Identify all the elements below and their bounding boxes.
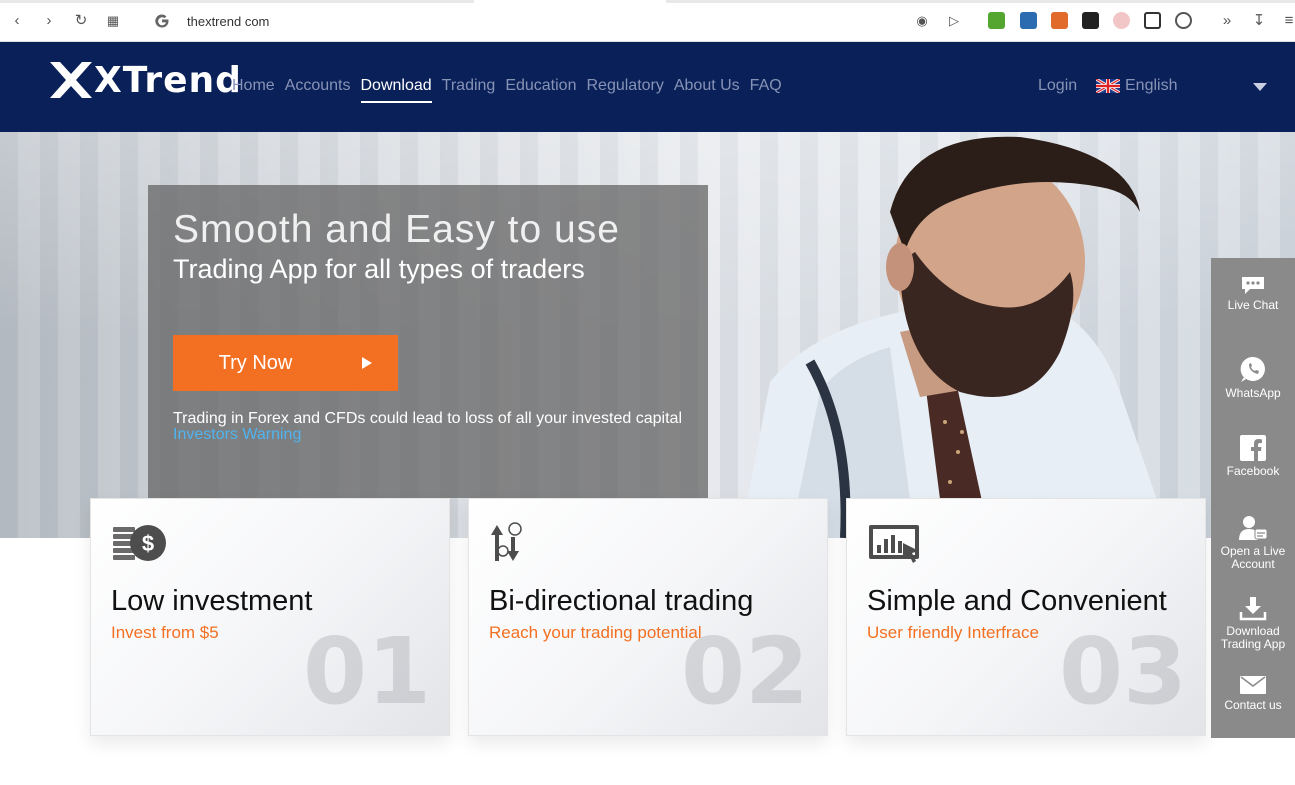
tab-strip — [0, 0, 1295, 3]
coin-stack-icon: $ — [113, 525, 166, 561]
downloads-icon[interactable]: ↧ — [1250, 12, 1268, 30]
facebook-icon — [1240, 435, 1266, 461]
menu-icon[interactable]: ≡ — [1280, 12, 1295, 30]
card-title: Bi-directional trading — [489, 585, 754, 617]
try-now-button[interactable]: Try Now — [173, 335, 398, 391]
extension-square-icon[interactable] — [1144, 12, 1161, 29]
chat-icon — [1242, 277, 1264, 294]
language-label: English — [1125, 77, 1178, 94]
camera-icon[interactable]: ◉ — [913, 12, 931, 30]
address-bar[interactable]: thextrend com — [187, 14, 269, 29]
extension-clock-icon[interactable] — [1175, 12, 1192, 29]
feature-card-simple: Simple and Convenient User friendly Inte… — [846, 498, 1206, 736]
language-selector[interactable]: English — [1096, 77, 1177, 95]
side-item-label: Contact us — [1224, 698, 1282, 712]
touch-chart-icon — [869, 525, 919, 563]
browser-toolbar: ‹ › ↻ ▦ thextrend com ◉ ▷ » ↧ ≡ — [0, 0, 1295, 42]
side-item-label: Open a Live Account — [1220, 544, 1286, 571]
extension-lock-icon[interactable] — [1020, 12, 1037, 29]
hero-man-image — [740, 136, 1170, 538]
main-nav: Home Accounts Download Trading Education… — [232, 77, 782, 103]
download-trading-app-button[interactable]: Download Trading App — [1211, 595, 1295, 651]
send-icon[interactable]: ▷ — [945, 12, 963, 30]
nav-trading[interactable]: Trading — [442, 77, 496, 103]
try-now-label: Try Now — [218, 351, 293, 374]
login-link[interactable]: Login — [1038, 77, 1077, 95]
nav-regulatory[interactable]: Regulatory — [586, 77, 663, 103]
extension-download-icon[interactable] — [988, 12, 1005, 29]
overflow-chevron-icon[interactable]: » — [1218, 12, 1236, 30]
side-contact-widget — [1211, 258, 1295, 738]
open-live-account-button[interactable]: Open a Live Account — [1211, 515, 1295, 571]
up-down-arrows-icon — [491, 522, 522, 561]
card-number: 03 — [1058, 618, 1187, 725]
card-title: Simple and Convenient — [867, 585, 1167, 617]
nav-education[interactable]: Education — [505, 77, 576, 103]
nav-download[interactable]: Download — [360, 77, 432, 103]
live-chat-button[interactable]: Live Chat — [1211, 275, 1295, 312]
card-subtitle: Invest from $5 — [111, 623, 219, 642]
forward-icon[interactable]: › — [40, 12, 58, 30]
hero-title: Smooth and Easy to use — [173, 208, 620, 251]
side-item-label: Facebook — [1226, 464, 1280, 478]
whatsapp-button[interactable]: WhatsApp — [1211, 355, 1295, 400]
feature-card-bidirectional: Bi-directional trading Reach your tradin… — [468, 498, 828, 736]
play-arrow-icon — [362, 357, 373, 369]
reload-icon[interactable]: ↻ — [72, 12, 90, 30]
extension-color-icon[interactable] — [1113, 12, 1130, 29]
investors-warning-link[interactable]: Investors Warning — [173, 426, 301, 444]
logo-text: XTrend — [94, 59, 242, 101]
contact-us-button[interactable]: Contact us — [1211, 675, 1295, 712]
side-item-label: Download Trading App — [1220, 624, 1286, 651]
card-subtitle: User friendly Interfrace — [867, 623, 1039, 642]
svg-text:$: $ — [142, 531, 154, 556]
side-item-label: WhatsApp — [1225, 386, 1281, 400]
facebook-button[interactable]: Facebook — [1211, 435, 1295, 478]
chevron-down-icon[interactable] — [1253, 83, 1267, 91]
logo[interactable]: XTrend — [48, 58, 242, 102]
card-subtitle: Reach your trading potential — [489, 623, 702, 642]
card-number: 02 — [680, 618, 809, 725]
hero-subtitle: Trading App for all types of traders — [173, 254, 585, 284]
nav-accounts[interactable]: Accounts — [285, 77, 351, 103]
uk-flag-icon — [1096, 79, 1120, 93]
download-icon — [1239, 597, 1267, 621]
whatsapp-icon — [1240, 356, 1265, 382]
logo-x-icon — [50, 62, 92, 98]
nav-home[interactable]: Home — [232, 77, 275, 103]
extension-shield-icon[interactable] — [1082, 12, 1099, 29]
user-card-icon — [1239, 516, 1268, 540]
nav-faq[interactable]: FAQ — [750, 77, 782, 103]
feature-card-low-investment: $ Low investment Invest from $5 01 — [90, 498, 450, 736]
google-icon — [155, 14, 169, 28]
side-item-label: Live Chat — [1227, 298, 1279, 312]
card-number: 01 — [302, 618, 431, 725]
card-title: Low investment — [111, 585, 313, 617]
mail-icon — [1240, 676, 1266, 694]
tabs-grid-icon[interactable]: ▦ — [104, 12, 122, 30]
extension-note-icon[interactable] — [1051, 12, 1068, 29]
nav-about-us[interactable]: About Us — [674, 77, 740, 103]
back-icon[interactable]: ‹ — [8, 12, 26, 30]
